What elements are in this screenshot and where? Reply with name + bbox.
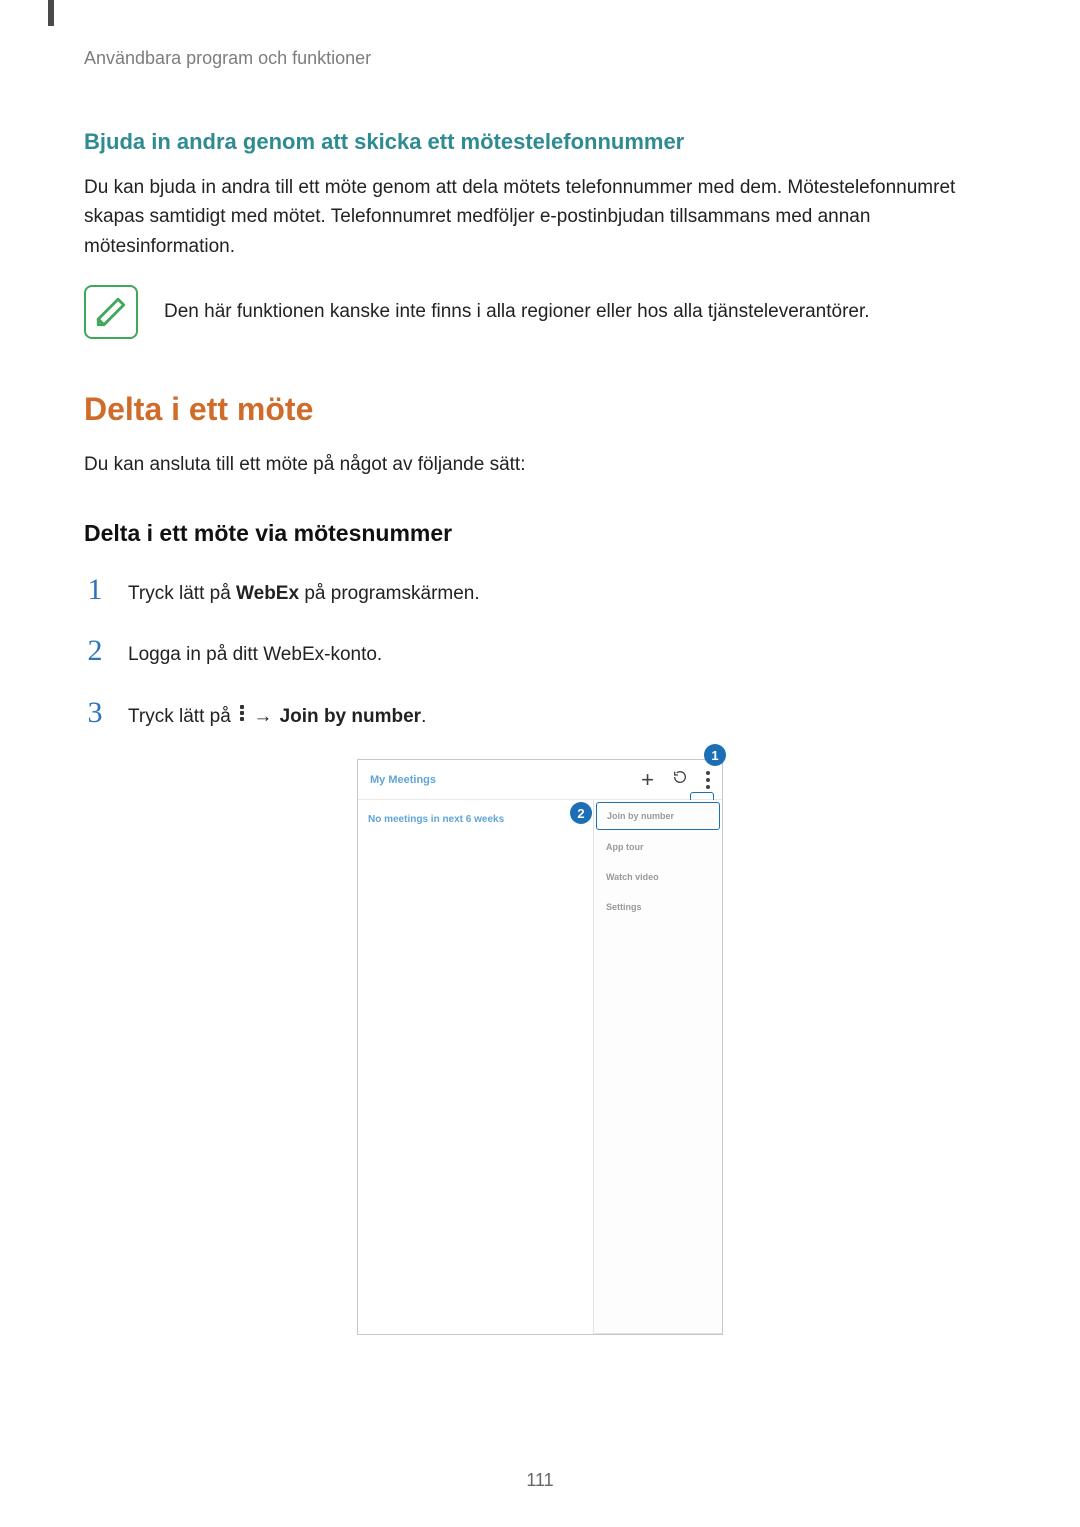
step-text: Tryck lätt på → Join by number. <box>128 703 426 732</box>
step-2: 2 Logga in på ditt WebEx-konto. <box>84 634 996 670</box>
running-head: Användbara program och funktioner <box>84 48 996 69</box>
device-screenshot-wrap: 1 My Meetings + No meetings in next 6 we… <box>84 759 996 1335</box>
step-1-bold: WebEx <box>236 583 299 604</box>
menu-item-join-by-number[interactable]: Join by number <box>596 802 720 830</box>
paragraph-invite-body: Du kan bjuda in andra till ett möte geno… <box>84 173 996 261</box>
device-body: No meetings in next 6 weeks 2 Join by nu… <box>358 800 722 1334</box>
step-number: 1 <box>84 573 106 607</box>
note-block: Den här funktionen kanske inte finns i a… <box>84 285 996 339</box>
step-3-pre: Tryck lätt på <box>128 706 236 727</box>
device-empty-state: No meetings in next 6 weeks <box>358 800 593 1334</box>
step-1: 1 Tryck lätt på WebEx på programskärmen. <box>84 573 996 609</box>
step-3: 3 Tryck lätt på → Join by number. <box>84 696 996 732</box>
device-actions: + <box>641 769 710 791</box>
step-number: 3 <box>84 696 106 730</box>
more-options-icon[interactable] <box>706 771 710 789</box>
step-1-post: på programskärmen. <box>299 583 480 604</box>
note-icon <box>84 285 138 339</box>
step-text: Tryck lätt på WebEx på programskärmen. <box>128 580 480 609</box>
device-dropdown-menu: 2 Join by number App tour Watch video Se… <box>593 800 722 1334</box>
callout-badge-1: 1 <box>704 744 726 766</box>
menu-item-settings[interactable]: Settings <box>594 892 722 922</box>
add-icon[interactable]: + <box>641 769 654 791</box>
device-topbar: My Meetings + <box>358 760 722 800</box>
more-options-icon <box>240 705 244 723</box>
refresh-icon[interactable] <box>672 769 688 790</box>
arrow-icon: → <box>251 706 274 727</box>
heading-join-meeting: Delta i ett möte <box>84 391 996 428</box>
heading-join-by-number: Delta i ett möte via mötesnummer <box>84 520 996 547</box>
menu-item-app-tour[interactable]: App tour <box>594 832 722 862</box>
step-number: 2 <box>84 634 106 668</box>
step-3-post: . <box>421 706 426 727</box>
step-1-pre: Tryck lätt på <box>128 583 236 604</box>
step-text: Logga in på ditt WebEx-konto. <box>128 641 382 670</box>
note-text: Den här funktionen kanske inte finns i a… <box>164 285 870 326</box>
pencil-note-icon <box>94 295 128 329</box>
page-number: 111 <box>0 1470 1080 1491</box>
page: Användbara program och funktioner Bjuda … <box>0 0 1080 1527</box>
device-title: My Meetings <box>370 774 436 786</box>
step-3-bold: Join by number <box>280 706 421 727</box>
crop-mark <box>48 0 54 26</box>
menu-item-watch-video[interactable]: Watch video <box>594 862 722 892</box>
paragraph-join-intro: Du kan ansluta till ett möte på något av… <box>84 450 996 479</box>
device-screenshot: 1 My Meetings + No meetings in next 6 we… <box>357 759 723 1335</box>
heading-invite-by-phone: Bjuda in andra genom att skicka ett möte… <box>84 129 996 155</box>
